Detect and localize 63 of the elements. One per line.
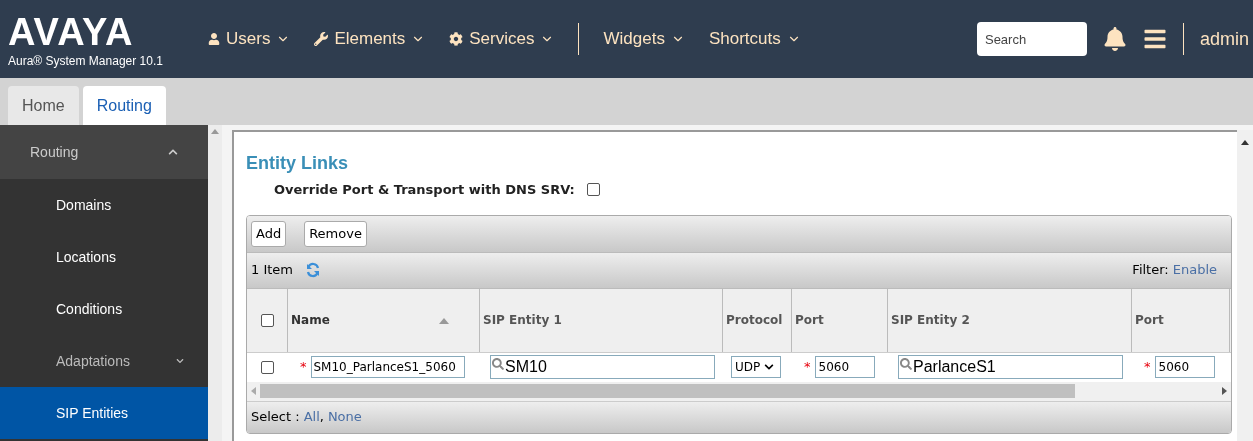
wrench-icon xyxy=(314,32,329,46)
filter-label: Filter: xyxy=(1132,261,1169,280)
chevron-icon xyxy=(764,362,775,372)
table-header-cell[interactable]: SIP Entity 2 xyxy=(888,288,1132,352)
bell-icon[interactable] xyxy=(1102,27,1127,51)
user-icon xyxy=(208,33,220,45)
select-link[interactable]: All xyxy=(303,407,320,427)
checkbox[interactable] xyxy=(260,313,274,327)
page-title: Entity Links xyxy=(246,152,349,174)
table-header-cell[interactable]: Port xyxy=(792,288,888,352)
menu-icon[interactable] xyxy=(1142,27,1167,51)
table-header-cell[interactable]: Name xyxy=(288,288,480,352)
required-mark: * xyxy=(300,358,307,377)
override-label: Override Port & Transport with DNS SRV: xyxy=(274,181,575,199)
nav-menu[interactable]: Users xyxy=(208,26,291,52)
table-header-cell[interactable]: Port xyxy=(1132,288,1230,352)
scroll-right-icon[interactable] xyxy=(1222,387,1227,395)
sidebar-item[interactable]: Locations xyxy=(0,231,208,283)
required-mark: * xyxy=(1144,358,1151,377)
table-header-cell[interactable]: SIP Entity 1 xyxy=(480,288,723,352)
nav-menu[interactable]: Shortcuts xyxy=(708,26,801,52)
scrollbar-thumb[interactable] xyxy=(260,384,1075,398)
sidebar-item[interactable]: Conditions xyxy=(0,283,208,335)
nav-menu[interactable]: Widgets xyxy=(603,26,685,52)
scrollbar[interactable] xyxy=(208,125,222,441)
select-link[interactable]: None xyxy=(327,407,362,427)
nav-menu[interactable]: Elements xyxy=(314,26,426,52)
refresh-icon[interactable] xyxy=(305,262,321,278)
select-label: Select : xyxy=(251,408,300,427)
toolbar-button[interactable]: Add xyxy=(251,220,287,247)
required-mark: * xyxy=(804,358,811,377)
table-header-cell[interactable]: Protocol xyxy=(723,288,792,352)
chevron-down-icon xyxy=(176,357,184,365)
entity-field[interactable]: SM10 xyxy=(490,355,715,379)
sidebar-item[interactable]: SIP Entities xyxy=(0,387,208,439)
chevron-up-icon xyxy=(168,147,178,157)
port-field[interactable]: 5060 xyxy=(814,356,875,378)
search-icon xyxy=(900,358,912,370)
checkbox[interactable] xyxy=(586,183,600,197)
user-name[interactable]: admin xyxy=(1199,25,1253,53)
tab[interactable]: Routing xyxy=(82,86,166,125)
name-field[interactable]: SM10_ParlanceS1_5060 xyxy=(310,356,465,378)
search-icon xyxy=(492,358,504,370)
toolbar-button[interactable]: Remove xyxy=(304,220,367,247)
nav-menu[interactable]: Services xyxy=(449,26,555,52)
separator: , xyxy=(319,408,324,427)
sidebar-group[interactable]: Routing xyxy=(0,125,208,179)
sidebar-item[interactable]: Adaptations xyxy=(0,335,208,387)
item-count: 1 Item xyxy=(251,261,293,280)
filter-enable-link[interactable]: Enable xyxy=(1172,260,1217,280)
port-field[interactable]: 5060 xyxy=(1154,356,1215,378)
sidebar-item[interactable]: Domains xyxy=(0,179,208,231)
scroll-up-icon[interactable] xyxy=(1241,140,1249,145)
scrollbar[interactable] xyxy=(1237,130,1253,441)
sort-icon xyxy=(439,317,449,324)
gear-icon xyxy=(449,32,464,46)
logo: AVAYA xyxy=(8,12,135,52)
protocol-select[interactable]: UDP xyxy=(731,356,781,378)
product-name: Aura® System Manager 10.1 xyxy=(8,53,164,70)
search-field[interactable]: Search xyxy=(976,22,1087,56)
entity-field[interactable]: ParlanceS1 xyxy=(898,355,1123,379)
checkbox[interactable] xyxy=(261,360,274,374)
tab[interactable]: Home xyxy=(8,86,79,125)
